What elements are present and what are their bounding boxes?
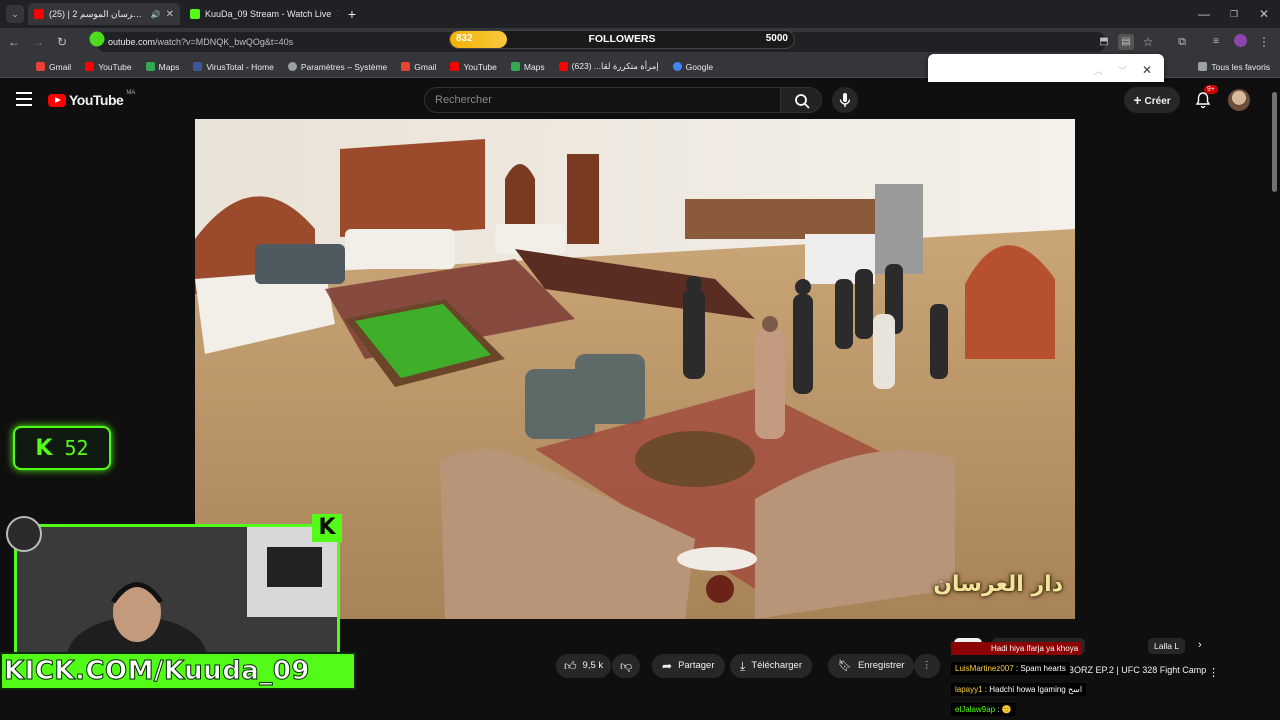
bookmark-item[interactable]: Gmail xyxy=(36,62,71,72)
bookmark-item[interactable]: YouTube xyxy=(450,62,497,72)
create-button[interactable]: + Créer xyxy=(1124,87,1180,113)
menu-icon[interactable] xyxy=(16,92,32,106)
virustotal-icon xyxy=(193,62,203,71)
find-previous-icon[interactable]: ︿ xyxy=(1094,64,1103,77)
install-icon[interactable]: ⬒ xyxy=(1096,34,1112,50)
more-actions-button[interactable]: ⋮ xyxy=(914,654,940,678)
settings-gear-icon xyxy=(287,62,297,71)
youtube-icon xyxy=(450,62,460,71)
like-button[interactable]: 👍︎ 9,5 k xyxy=(556,654,612,678)
download-icon: ⤓ xyxy=(740,659,746,673)
youtube-header: YouTube MA Rechercher + Créer 9+ xyxy=(0,82,1280,118)
dislike-button[interactable]: 👎︎ xyxy=(612,654,641,678)
find-input[interactable] xyxy=(936,60,1076,82)
video-caption: دار العرسان xyxy=(933,572,1063,597)
plus-icon: + xyxy=(1133,92,1142,108)
page-scrollbar[interactable] xyxy=(1270,84,1278,210)
kick-k-icon: K xyxy=(35,435,53,461)
streamer-logo-top xyxy=(80,22,114,56)
search-input[interactable]: Rechercher xyxy=(424,87,782,113)
tab-strip: ⌄ دار العرسان الموسم 2 | (25) ‎ 🔊 ✕ KuuD… xyxy=(0,0,1280,28)
kick-favicon-icon xyxy=(190,9,200,19)
tab-title: دار العرسان الموسم 2 | (25) ‎ xyxy=(49,8,146,19)
close-tab-icon[interactable]: ✕ xyxy=(336,9,338,20)
followers-label: FOLLOWERS xyxy=(588,33,656,45)
youtube-play-icon xyxy=(48,93,66,107)
search-button[interactable] xyxy=(780,87,822,113)
google-icon xyxy=(672,62,682,71)
maps-icon xyxy=(145,62,155,71)
chrome-menu-icon[interactable]: ⋮ xyxy=(1256,34,1272,50)
chat-message: Hadi hiya lfarja ya khoya xyxy=(951,642,1083,655)
bookmark-item[interactable]: Maps xyxy=(145,62,179,72)
kick-link-text: KICK.COM/Kuuda_09 xyxy=(3,656,311,687)
bookmark-item[interactable]: Gmail xyxy=(401,62,436,72)
thumbs-down-icon: 👎︎ xyxy=(620,659,633,673)
close-tab-icon[interactable]: ✕ xyxy=(166,9,174,20)
media-control-icon[interactable]: ≡ xyxy=(1208,34,1224,50)
bookmark-item[interactable]: VirusTotal - Home xyxy=(193,62,274,72)
youtube-favicon-icon xyxy=(34,9,44,19)
followers-goal: 5000 xyxy=(765,33,788,44)
chat-message: elJalaw9ap : 🙂 xyxy=(951,703,1016,716)
bookmark-item[interactable]: Paramètres – Système xyxy=(287,62,387,72)
speaker-icon[interactable]: 🔊 xyxy=(151,10,161,19)
kick-channel-banner: KICK.COM/Kuuda_09 xyxy=(0,652,356,690)
viewer-count-widget: K 52 xyxy=(13,426,111,470)
youtube-icon xyxy=(558,62,568,71)
streamer-badge-icon xyxy=(6,516,42,552)
reader-icon[interactable]: ▤ xyxy=(1118,34,1134,50)
gmail-icon xyxy=(401,62,411,71)
folder-icon xyxy=(1198,62,1208,71)
share-arrow-icon: ➦ xyxy=(662,659,673,673)
avatar[interactable] xyxy=(1228,89,1250,111)
gmail-icon xyxy=(36,62,45,71)
share-button[interactable]: ➦ Partager xyxy=(652,654,725,678)
extensions-icon[interactable]: ⧉ xyxy=(1174,34,1190,50)
reload-icon[interactable]: ↻ xyxy=(54,34,70,50)
all-bookmarks[interactable]: Tous les favoris xyxy=(1198,62,1270,72)
tab-title: KuuDa_09 Stream - Watch Live xyxy=(205,9,332,19)
bookmark-item[interactable]: YouTube xyxy=(85,62,132,72)
maps-icon xyxy=(510,62,520,71)
forward-icon[interactable]: → xyxy=(30,34,46,50)
voice-search-button[interactable] xyxy=(832,87,858,113)
webcam-feed xyxy=(14,524,340,660)
back-icon[interactable]: ← xyxy=(6,34,22,50)
url-path: /watch?v=MDNQK_bwQOg&t=40s xyxy=(155,37,294,47)
bookmark-item[interactable]: Google xyxy=(672,62,713,72)
bookmark-item[interactable]: Maps xyxy=(510,62,545,72)
download-button[interactable]: ⤓ Télécharger xyxy=(730,654,813,678)
restore-button[interactable]: ❐ xyxy=(1226,6,1242,22)
notification-badge: 9+ xyxy=(1204,85,1218,94)
stream-chat-overlay: Hadi hiya lfarja ya khoya LuisMartinez00… xyxy=(951,636,1280,720)
tab-kick[interactable]: KuuDa_09 Stream - Watch Live ✕ xyxy=(184,3,338,25)
youtube-icon xyxy=(85,62,95,71)
webcam-image xyxy=(17,527,337,657)
minimize-button[interactable]: — xyxy=(1196,6,1212,22)
notifications-button[interactable]: 9+ xyxy=(1194,85,1218,109)
bookmark-icon: 🔖︎ xyxy=(838,660,852,672)
find-close-icon[interactable]: ✕ xyxy=(1142,63,1152,77)
followers-goal-bar: 832 FOLLOWERS 5000 xyxy=(449,30,795,49)
new-tab-button[interactable]: + xyxy=(344,6,360,22)
kick-k-corner-icon: K xyxy=(312,514,342,542)
close-window-button[interactable]: ✕ xyxy=(1256,6,1272,22)
microphone-icon xyxy=(839,93,851,107)
search-icon xyxy=(795,94,810,109)
youtube-logo[interactable]: YouTube MA xyxy=(48,90,135,108)
chat-message: lapayy1 : Hadchi howa lgaming اسح xyxy=(951,683,1087,696)
save-button[interactable]: 🔖︎ Enregistrer xyxy=(828,654,915,678)
chat-message: LuisMartinez007 : Spam hearts xyxy=(951,662,1070,675)
viewer-count: 52 xyxy=(64,436,89,460)
url-host: outube.com xyxy=(108,37,156,47)
find-next-icon[interactable]: ﹀ xyxy=(1118,64,1127,77)
tab-list-button[interactable]: ⌄ xyxy=(6,5,24,23)
bookmark-item[interactable]: إمرأة متكررة لقا... (623) xyxy=(558,61,659,72)
bookmark-star-icon[interactable]: ☆ xyxy=(1140,34,1156,50)
profile-icon[interactable] xyxy=(1232,34,1248,50)
thumbs-up-icon: 👍︎ xyxy=(564,659,577,673)
